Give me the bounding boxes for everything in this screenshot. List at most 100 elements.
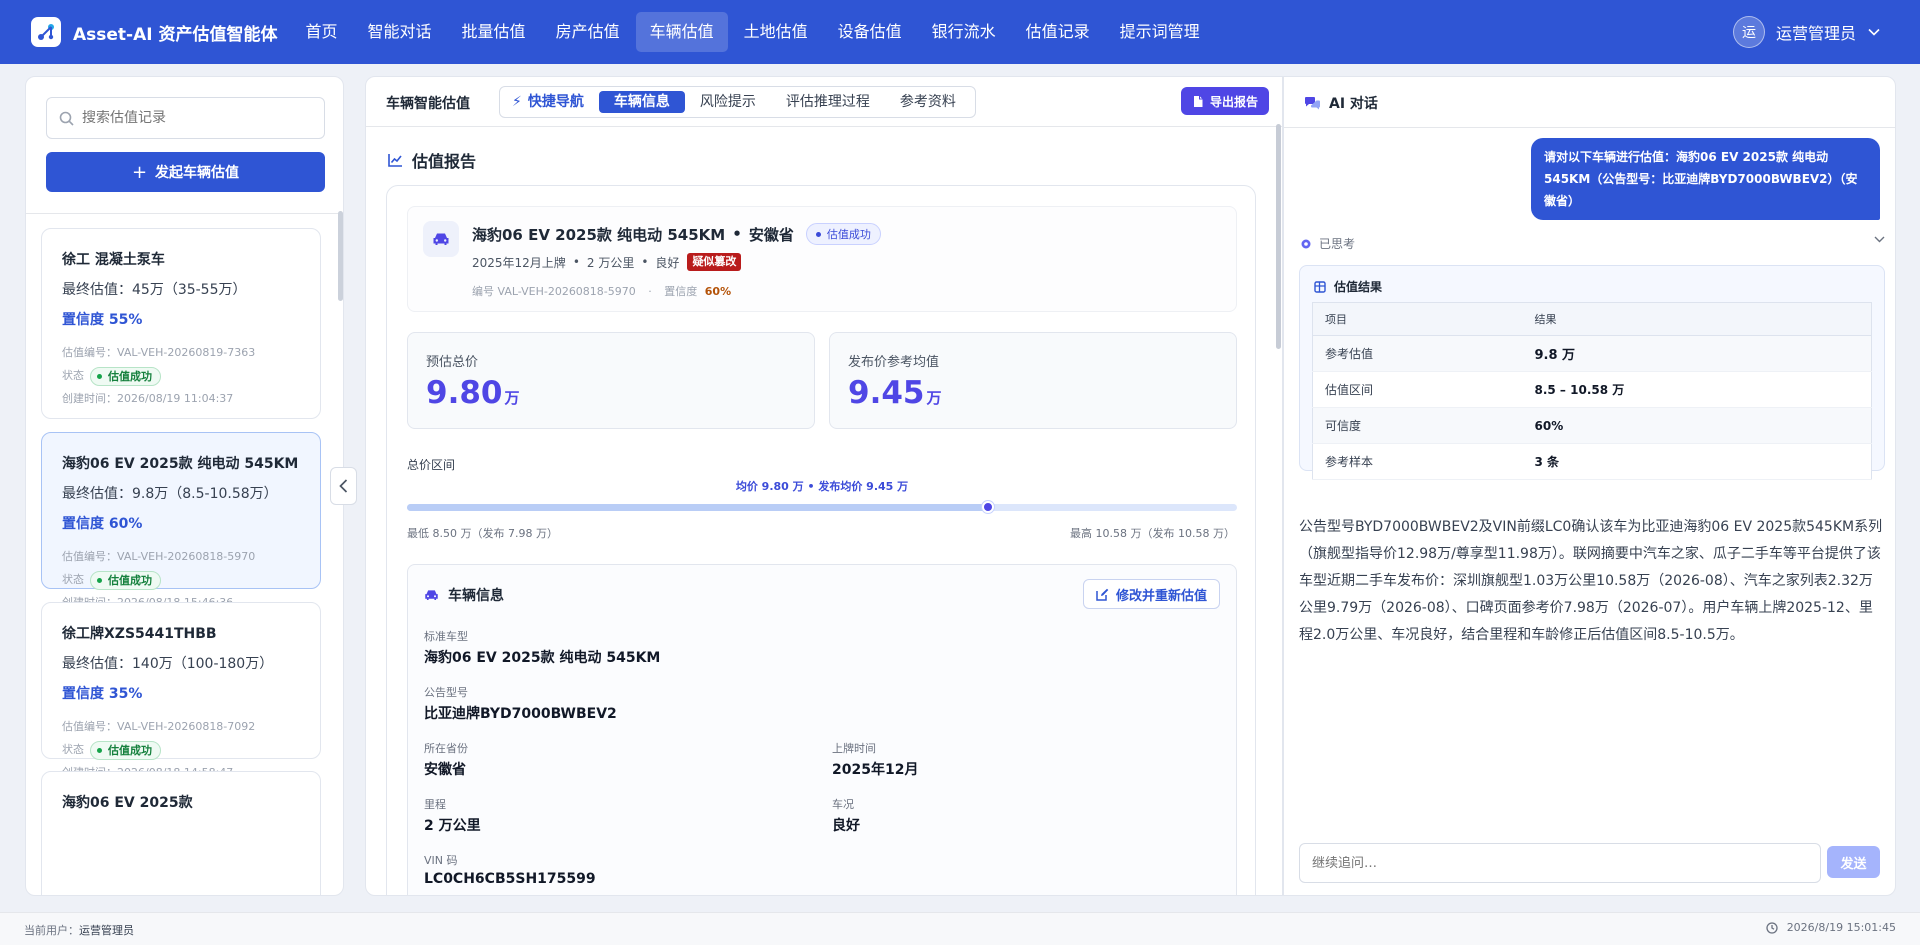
nav-valuation-records[interactable]: 估值记录	[1012, 12, 1104, 52]
field-label: 车况	[832, 798, 854, 811]
plus-icon: +	[131, 161, 148, 183]
trend-chart-icon	[388, 154, 402, 167]
records-sidebar: + 发起车辆估值 徐工 混凝土泵车 最终估值：45万（35-55万） 置信度 5…	[25, 76, 344, 896]
record-card-selected[interactable]: 海豹06 EV 2025款 纯电动 545KM 最终估值：9.8万（8.5-10…	[41, 432, 321, 609]
search-input[interactable]	[82, 110, 302, 126]
record-confidence: 置信度 60%	[62, 516, 143, 532]
vehicle-info-title: 车辆信息	[424, 585, 504, 605]
record-title: 海豹06 EV 2025款 纯电动 545KM	[62, 456, 299, 472]
export-report-button[interactable]: 导出报告	[1180, 87, 1269, 115]
user-menu[interactable]: 运 运营管理员	[1732, 16, 1880, 48]
field-label: 所在省份	[424, 742, 468, 755]
nav-property-valuation[interactable]: 房产估值	[542, 12, 634, 52]
nav-vehicle-valuation[interactable]: 车辆估值	[635, 12, 728, 52]
collapse-sidebar-button[interactable]	[330, 467, 357, 505]
field-announcement-model: 比亚迪牌BYD7000BWBEV2	[424, 706, 617, 722]
field-condition: 良好	[832, 818, 860, 834]
status-badge: 估值成功	[90, 571, 161, 590]
chat-input[interactable]	[1312, 855, 1792, 871]
user-name: 运营管理员	[1775, 24, 1856, 43]
vehicle-meta: 编号 VAL-VEH-20260818-5970 · 置信度 60%	[472, 285, 732, 298]
ai-chat-panel: AI 对话 请对以下车辆进行估值：海豹06 EV 2025款 纯电动 545KM…	[1283, 76, 1896, 896]
record-confidence: 置信度 35%	[62, 686, 143, 702]
record-card[interactable]: 海豹06 EV 2025款	[41, 771, 321, 895]
field-vin: LC0CH6CB5SH175599	[424, 871, 596, 887]
chat-bubbles-icon	[1305, 96, 1320, 109]
price-range-label: 总价区间	[407, 458, 456, 472]
search-box[interactable]	[46, 97, 325, 139]
table-header: 结果	[1522, 302, 1872, 336]
lightning-icon: ⚡	[512, 94, 522, 110]
record-title: 徐工牌XZS5441THBB	[62, 626, 217, 642]
record-id: 估值编号：VAL-VEH-20260818-5970	[62, 550, 256, 563]
record-title: 徐工 混凝土泵车	[62, 252, 165, 268]
tab-quick-nav[interactable]: ⚡ 快捷导航	[504, 91, 599, 113]
create-vehicle-valuation-button[interactable]: + 发起车辆估值	[46, 152, 325, 192]
valuation-report-panel: 车辆智能估值 ⚡ 快捷导航 车辆信息 风险提示 评估推理过程 参考资料 导出报告 …	[365, 76, 1283, 896]
record-id: 估值编号：VAL-VEH-20260819-7363	[62, 346, 256, 359]
table-row: 可信度 60%	[1312, 407, 1872, 444]
car-icon	[425, 590, 438, 600]
field-label: 标准车型	[424, 630, 468, 643]
tab-risk-alert[interactable]: 风险提示	[685, 91, 771, 113]
tab-references[interactable]: 参考资料	[885, 91, 971, 113]
chat-input-box[interactable]	[1299, 843, 1821, 883]
record-status-label: 状态	[62, 573, 84, 586]
price-range-marker-text: 均价 9.80 万 • 发布均价 9.45 万	[735, 480, 909, 493]
reference-price-value: 9.45 万	[848, 375, 942, 411]
field-province: 安徽省	[424, 762, 466, 778]
result-table: 项目 结果 参考估值 9.8 万 估值区间 8.5 – 10.58 万 可信度 60%…	[1312, 302, 1872, 480]
divider	[1284, 127, 1895, 128]
avatar: 运	[1732, 16, 1765, 48]
table-header-row: 项目 结果	[1312, 302, 1872, 336]
report-toolbar: 车辆智能估值 ⚡ 快捷导航 车辆信息 风险提示 评估推理过程 参考资料 导出报告	[366, 77, 1282, 127]
clock: 2026/8/19 15:01:45	[1766, 921, 1896, 934]
result-title: 估值结果	[1314, 278, 1382, 295]
nav-land-valuation[interactable]: 土地估值	[730, 12, 822, 52]
table-row: 估值区间 8.5 – 10.58 万	[1312, 371, 1872, 408]
divider	[26, 213, 343, 214]
nav-bank-statement[interactable]: 银行流水	[918, 12, 1010, 52]
nav-equipment-valuation[interactable]: 设备估值	[824, 12, 916, 52]
vehicle-summary: 海豹06 EV 2025款 纯电动 545KM • 安徽省 估值成功 2025年…	[407, 206, 1237, 312]
vehicle-info-section: 车辆信息 修改并重新估值 标准车型 海豹06 EV 2025款 纯电动 545K…	[407, 564, 1237, 895]
tab-reasoning[interactable]: 评估推理过程	[771, 91, 885, 113]
record-status-label: 状态	[62, 743, 84, 756]
nav-home[interactable]: 首页	[292, 12, 352, 52]
record-price: 最终估值：9.8万（8.5-10.58万）	[62, 486, 278, 502]
status-badge: 估值成功	[90, 367, 161, 386]
field-model: 海豹06 EV 2025款 纯电动 545KM	[424, 650, 661, 666]
status-badge: 估值成功	[90, 741, 161, 760]
report-scrollbar[interactable]	[1276, 124, 1281, 349]
thinking-toggle[interactable]: 已思考	[1300, 235, 1885, 252]
record-price: 最终估值：140万（100-180万）	[62, 656, 274, 672]
table-header: 项目	[1312, 302, 1523, 336]
clock-icon	[1766, 921, 1778, 934]
record-card[interactable]: 徐工牌XZS5441THBB 最终估值：140万（100-180万） 置信度 3…	[41, 602, 321, 779]
document-icon	[1193, 95, 1203, 107]
tab-vehicle-info[interactable]: 车辆信息	[598, 91, 685, 113]
field-label: 里程	[424, 798, 446, 811]
nav-chat[interactable]: 智能对话	[354, 12, 446, 52]
estimated-price-card: 预估总价 9.80 万	[407, 332, 815, 429]
gear-icon	[1301, 239, 1311, 248]
send-button[interactable]: 发送	[1827, 846, 1880, 878]
price-range-track	[407, 501, 1237, 513]
valuation-result-block: 估值结果 项目 结果 参考估值 9.8 万 估值区间 8.5 – 10.58 万 可…	[1299, 265, 1885, 480]
record-card[interactable]: 徐工 混凝土泵车 最终估值：45万（35-55万） 置信度 55% 估值编号：V…	[41, 228, 321, 419]
nav-prompt-management[interactable]: 提示词管理	[1106, 12, 1214, 52]
sidebar-scrollbar[interactable]	[338, 211, 343, 301]
reference-price-label: 发布价参考均值	[848, 355, 940, 370]
chevron-down-icon	[1868, 28, 1880, 36]
price-range-max: 最高 10.58 万（发布 10.58 万）	[1070, 527, 1235, 540]
app-logo-icon	[31, 17, 61, 47]
estimated-price-value: 9.80 万	[426, 375, 520, 411]
edit-icon	[1096, 588, 1109, 601]
table-icon	[1314, 280, 1326, 293]
field-label: VIN 码	[424, 854, 458, 867]
ai-answer: 公告型号BYD7000BWBEV2及VIN前缀LC0确认该车为比亚迪海豹06 E…	[1299, 519, 1883, 643]
search-icon	[59, 111, 74, 126]
nav-batch-valuation[interactable]: 批量估值	[448, 12, 540, 52]
edit-revaluate-button[interactable]: 修改并重新估值	[1082, 579, 1220, 609]
field-label: 上牌时间	[832, 742, 876, 755]
